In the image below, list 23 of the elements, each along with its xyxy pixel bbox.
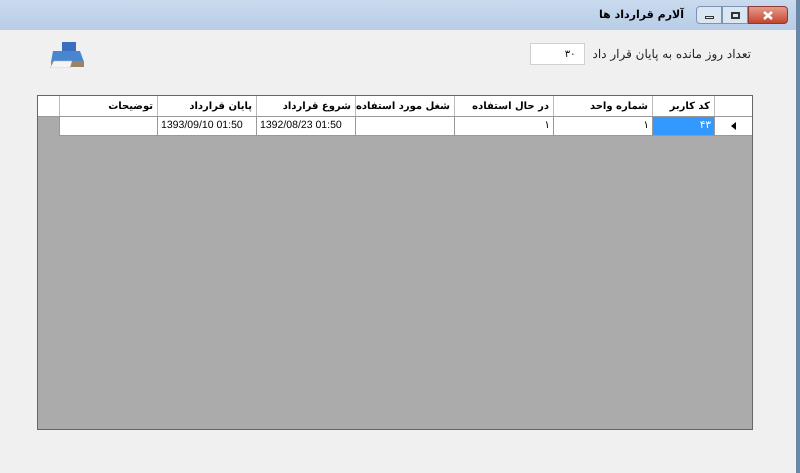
column-header[interactable]: پایان قرارداد bbox=[157, 96, 256, 116]
table-cell[interactable]: 1392/08/23 01:50 bbox=[256, 117, 355, 136]
column-header[interactable]: در حال استفاده bbox=[454, 96, 553, 116]
window-title: آلارم قرارداد ها bbox=[599, 6, 684, 23]
maximize-button[interactable] bbox=[722, 6, 748, 24]
days-label: تعداد روز مانده به پایان قرار داد bbox=[592, 46, 751, 63]
days-field[interactable]: ۳۰ bbox=[530, 43, 585, 65]
close-button[interactable] bbox=[748, 6, 788, 24]
column-header[interactable]: کد کاربر bbox=[652, 96, 714, 116]
table-cell[interactable] bbox=[355, 117, 454, 136]
table-cell[interactable]: 1393/09/10 01:50 bbox=[157, 117, 256, 136]
column-header[interactable]: شماره واحد bbox=[553, 96, 652, 116]
close-icon bbox=[763, 10, 773, 20]
table-cell[interactable] bbox=[59, 117, 157, 136]
table-cell[interactable]: ۱ bbox=[553, 117, 652, 136]
current-row-icon bbox=[731, 122, 736, 130]
column-header[interactable]: شغل مورد استفاده bbox=[355, 96, 454, 116]
column-header[interactable]: توضیحات bbox=[59, 96, 157, 116]
printer-icon[interactable] bbox=[50, 42, 86, 68]
column-header[interactable]: شروع قرارداد bbox=[256, 96, 355, 116]
table-cell[interactable]: ۱ bbox=[454, 117, 553, 136]
minimize-button[interactable] bbox=[696, 6, 722, 24]
row-header[interactable] bbox=[714, 117, 752, 136]
